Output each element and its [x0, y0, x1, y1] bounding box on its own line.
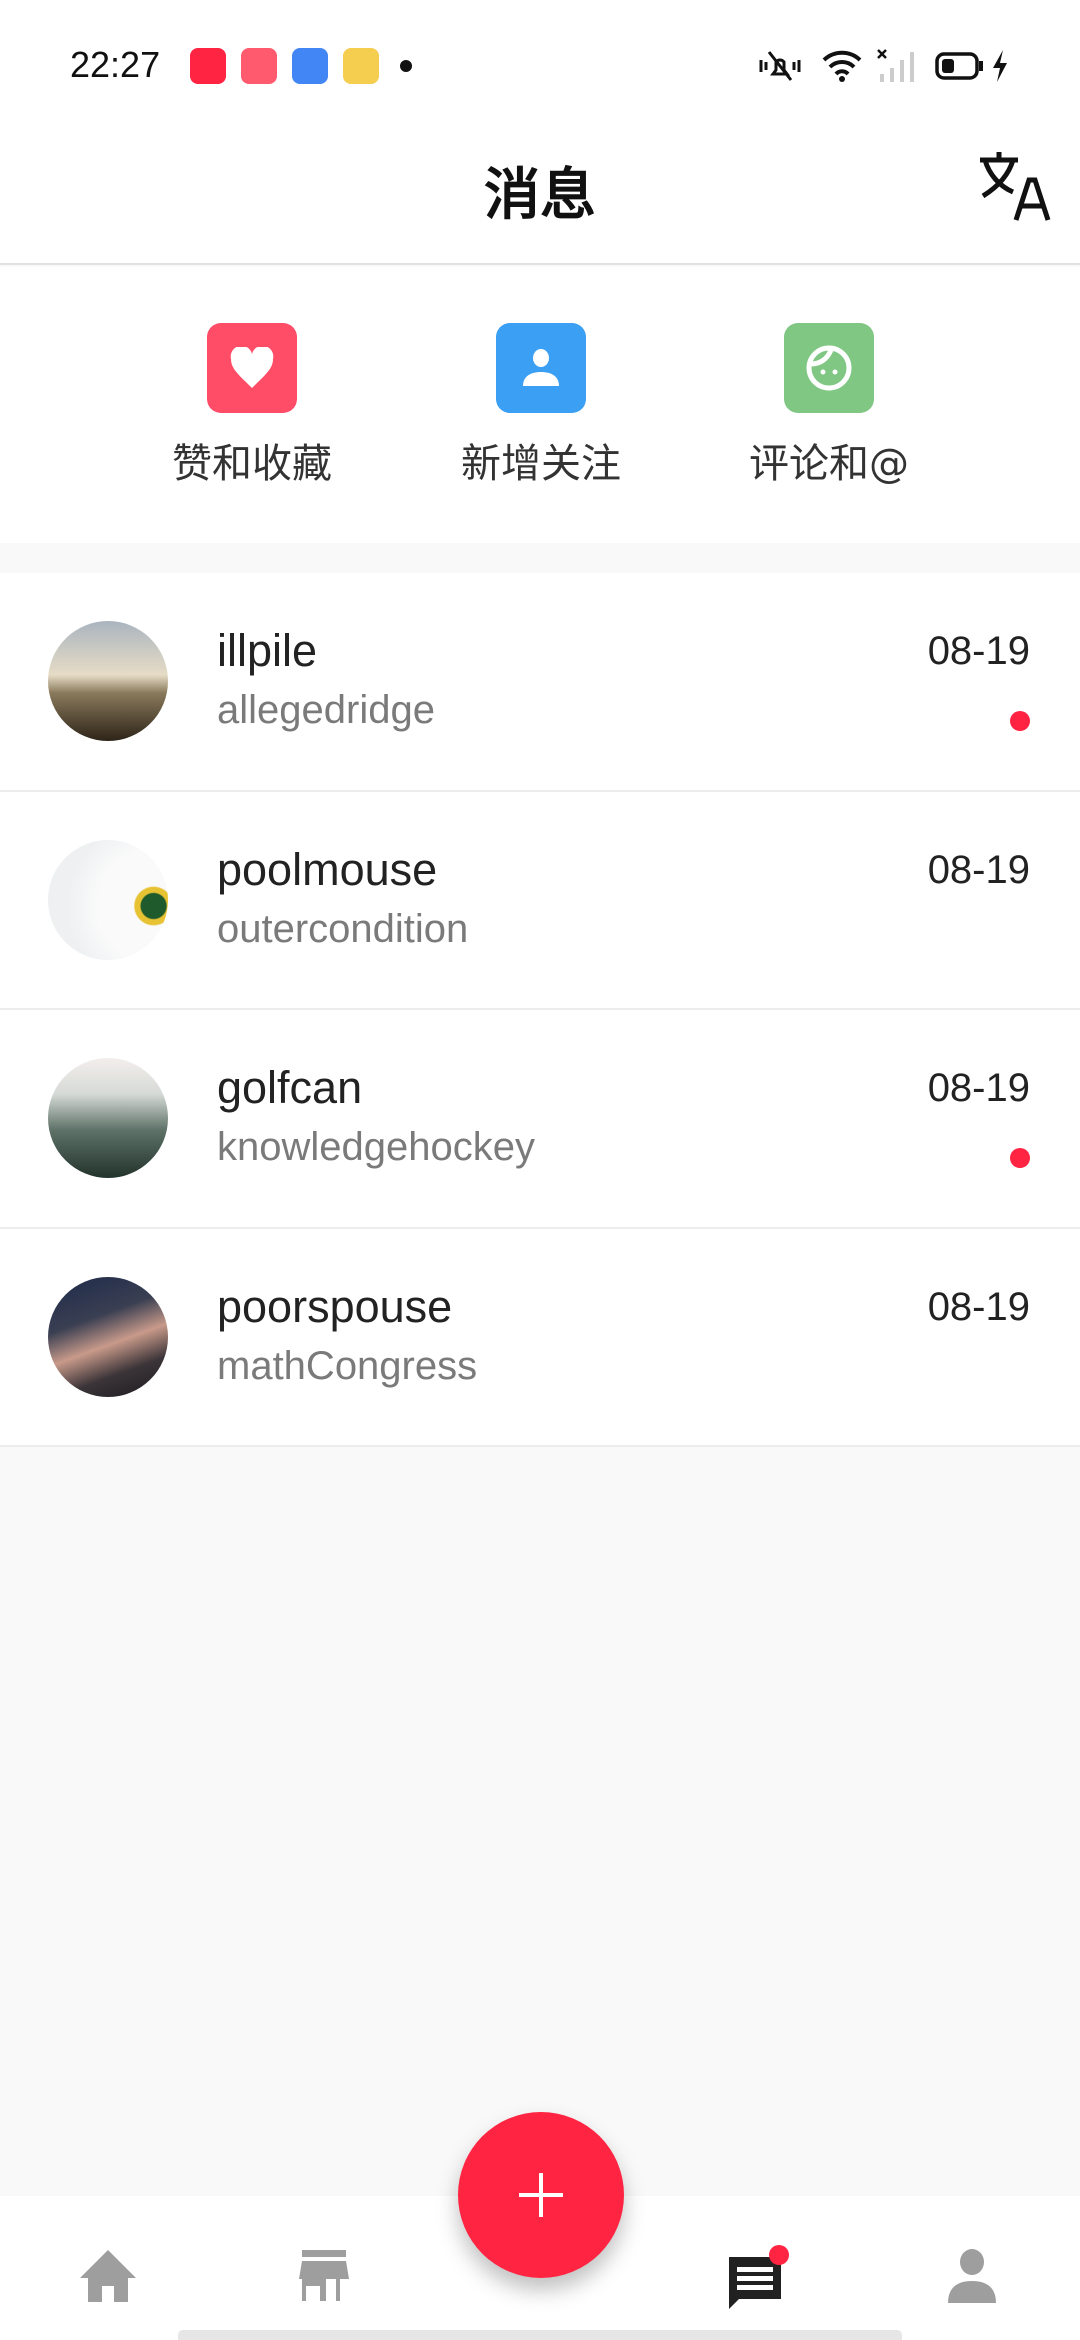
unread-dot [1010, 711, 1030, 731]
nav-messages[interactable] [716, 2236, 796, 2316]
message-row[interactable]: illpile allegedridge 08-19 [0, 573, 1080, 792]
nav-home[interactable] [68, 2236, 148, 2316]
add-icon [519, 2173, 563, 2217]
battery-icon [935, 52, 983, 80]
message-date: 08-19 [927, 629, 1030, 673]
nav-store[interactable] [284, 2236, 364, 2316]
category-label: 新增关注 [461, 441, 621, 487]
translate-icon[interactable] [976, 148, 1052, 224]
avatar [48, 839, 168, 960]
home-icon [80, 2250, 136, 2302]
unread-dot [1010, 1148, 1030, 1168]
no-signal-icon [877, 49, 914, 82]
message-preview: knowledgehockey [217, 1125, 535, 1169]
video-app-icon [241, 48, 277, 84]
message-preview: outercondition [217, 906, 469, 951]
message-preview: mathCongress [217, 1343, 478, 1388]
category-likes-favorites[interactable]: 赞和收藏 [152, 323, 352, 489]
message-date: 08-19 [927, 1066, 1030, 1110]
category-new-followers[interactable]: 新增关注 [441, 323, 641, 489]
avatar [48, 1058, 168, 1178]
diamond-app-icon [343, 48, 379, 84]
message-row[interactable]: poorspouse mathCongress 08-19 [0, 1228, 1080, 1447]
message-date: 08-19 [927, 847, 1030, 892]
sender-name: golfcan [217, 1062, 363, 1113]
category-shortcuts: 赞和收藏 新增关注 评论和@ [0, 267, 1080, 543]
avatar [48, 621, 168, 741]
status-time: 22:27 [70, 44, 161, 85]
category-label: 赞和收藏 [172, 441, 332, 487]
add-button[interactable] [458, 2112, 624, 2278]
heart-icon [207, 323, 297, 413]
avatar [48, 1276, 168, 1397]
message-preview: allegedridge [217, 688, 435, 732]
messages-icon [729, 2245, 789, 2309]
message-list: illpile allegedridge 08-19 poolmouse out… [0, 573, 1080, 1447]
page-title: 消息 [484, 163, 596, 228]
store-icon [299, 2250, 349, 2301]
category-label: 评论和@ [749, 441, 909, 487]
wifi-icon [822, 50, 862, 82]
status-bar: 22:27 [0, 0, 1080, 120]
face-icon [784, 323, 874, 413]
message-row[interactable]: golfcan knowledgehockey 08-19 [0, 1010, 1080, 1229]
category-comments-mentions[interactable]: 评论和@ [729, 323, 929, 489]
sender-name: poorspouse [217, 1280, 453, 1332]
notification-dot-icon [400, 60, 412, 72]
nav-profile[interactable] [932, 2236, 1012, 2316]
ship-app-icon [292, 48, 328, 84]
xiaohongshu-icon [190, 48, 226, 84]
sender-name: illpile [217, 625, 318, 676]
mute-vibrate-icon [759, 51, 801, 81]
header: 消息 [0, 120, 1080, 265]
message-row[interactable]: poolmouse outercondition 08-19 [0, 791, 1080, 1010]
charging-icon [993, 50, 1007, 82]
person-icon [496, 323, 586, 413]
gesture-bar [178, 2330, 902, 2340]
message-date: 08-19 [927, 1284, 1030, 1329]
sender-name: poolmouse [217, 843, 438, 895]
profile-icon [948, 2249, 996, 2303]
